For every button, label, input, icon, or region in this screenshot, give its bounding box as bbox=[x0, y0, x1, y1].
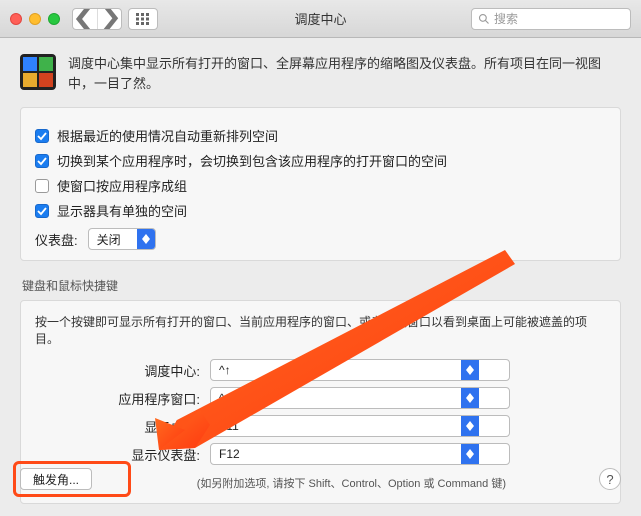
dashboard-row: 仪表盘: 关闭 bbox=[35, 228, 606, 250]
intro-text: 调度中心集中显示所有打开的窗口、全屏幕应用程序的缩略图及仪表盘。所有项目在同一视… bbox=[68, 54, 621, 93]
dashboard-label: 仪表盘: bbox=[35, 230, 78, 249]
titlebar: 调度中心 搜索 bbox=[0, 0, 641, 38]
dashboard-select[interactable]: 关闭 bbox=[88, 228, 156, 250]
content: 调度中心集中显示所有打开的窗口、全屏幕应用程序的缩略图及仪表盘。所有项目在同一视… bbox=[0, 38, 641, 516]
checkbox-label: 使窗口按应用程序成组 bbox=[57, 176, 187, 195]
search-icon bbox=[478, 13, 490, 25]
select-stepper-icon bbox=[461, 444, 479, 464]
checkbox[interactable] bbox=[35, 179, 49, 193]
mission-control-icon bbox=[20, 54, 56, 90]
window-controls bbox=[10, 13, 60, 25]
shortcut-value: ^↓ bbox=[211, 391, 461, 405]
shortcut-label: 显示桌面: bbox=[35, 417, 200, 436]
shortcut-label: 显示仪表盘: bbox=[35, 445, 200, 464]
shortcut-value: ^↑ bbox=[211, 363, 461, 377]
dashboard-value: 关闭 bbox=[89, 231, 137, 248]
select-stepper-icon bbox=[461, 360, 479, 380]
checkbox[interactable] bbox=[35, 129, 49, 143]
search-input[interactable]: 搜索 bbox=[471, 8, 631, 30]
checkbox-row: 使窗口按应用程序成组 bbox=[35, 176, 606, 195]
zoom-window-button[interactable] bbox=[48, 13, 60, 25]
shortcut-select[interactable]: ^↑ bbox=[210, 359, 510, 381]
checkbox[interactable] bbox=[35, 154, 49, 168]
help-button[interactable]: ? bbox=[599, 468, 621, 490]
select-stepper-icon bbox=[461, 416, 479, 436]
shortcut-value: F12 bbox=[211, 447, 461, 461]
shortcut-label: 应用程序窗口: bbox=[35, 389, 200, 408]
options-panel: 根据最近的使用情况自动重新排列空间切换到某个应用程序时，会切换到包含该应用程序的… bbox=[20, 107, 621, 261]
shortcut-select[interactable]: F12 bbox=[210, 443, 510, 465]
nav-group bbox=[72, 8, 122, 30]
footer: 触发角... ? bbox=[0, 468, 641, 490]
show-all-button[interactable] bbox=[128, 8, 158, 30]
shortcut-label: 调度中心: bbox=[35, 361, 200, 380]
hot-corners-button[interactable]: 触发角... bbox=[20, 468, 92, 490]
minimize-window-button[interactable] bbox=[29, 13, 41, 25]
shortcuts-section-title: 键盘和鼠标快捷键 bbox=[22, 277, 621, 294]
shortcut-value: F11 bbox=[211, 419, 461, 433]
forward-button[interactable] bbox=[97, 9, 121, 29]
shortcut-select[interactable]: F11 bbox=[210, 415, 510, 437]
intro-row: 调度中心集中显示所有打开的窗口、全屏幕应用程序的缩略图及仪表盘。所有项目在同一视… bbox=[20, 54, 621, 93]
checkbox-row: 根据最近的使用情况自动重新排列空间 bbox=[35, 126, 606, 145]
checkbox-label: 根据最近的使用情况自动重新排列空间 bbox=[57, 126, 278, 145]
shortcuts-description: 按一个按键即可显示所有打开的窗口、当前应用程序的窗口、或者隐藏窗口以看到桌面上可… bbox=[35, 313, 606, 347]
checkbox-label: 切换到某个应用程序时，会切换到包含该应用程序的打开窗口的空间 bbox=[57, 151, 447, 170]
checkbox-row: 显示器具有单独的空间 bbox=[35, 201, 606, 220]
back-button[interactable] bbox=[73, 9, 97, 29]
search-placeholder: 搜索 bbox=[494, 10, 518, 27]
checkbox-label: 显示器具有单独的空间 bbox=[57, 201, 187, 220]
checkbox[interactable] bbox=[35, 204, 49, 218]
select-stepper-icon bbox=[137, 229, 155, 249]
select-stepper-icon bbox=[461, 388, 479, 408]
shortcut-select[interactable]: ^↓ bbox=[210, 387, 510, 409]
checkbox-row: 切换到某个应用程序时，会切换到包含该应用程序的打开窗口的空间 bbox=[35, 151, 606, 170]
close-window-button[interactable] bbox=[10, 13, 22, 25]
